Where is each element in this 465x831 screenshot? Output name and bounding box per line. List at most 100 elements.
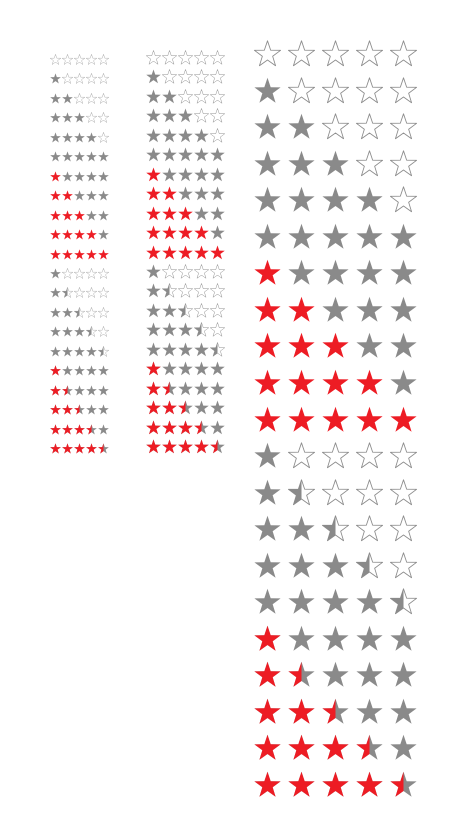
star-icon <box>146 147 161 162</box>
star-icon <box>177 69 194 84</box>
star-icon <box>178 400 193 415</box>
star-icon <box>356 735 383 761</box>
star-icon <box>74 384 85 396</box>
star-icon <box>389 76 418 103</box>
star-icon <box>62 132 73 143</box>
star-icon <box>390 406 417 432</box>
star-icon <box>355 442 384 469</box>
star-icon <box>86 151 97 162</box>
star-icon <box>194 206 209 220</box>
star-icon <box>390 223 417 249</box>
star-icon <box>178 361 193 376</box>
star-icon <box>355 515 384 542</box>
star-icon <box>162 322 177 337</box>
star-icon <box>254 735 281 761</box>
star-icon <box>321 76 350 103</box>
star-icon <box>85 73 98 85</box>
star-icon <box>162 419 177 434</box>
star-icon <box>73 93 86 104</box>
star-icon <box>178 108 193 123</box>
star-icon <box>178 342 193 357</box>
star-icon <box>254 515 281 541</box>
star-icon <box>98 190 109 201</box>
star-icon <box>287 478 316 505</box>
star-icon <box>62 248 73 259</box>
star-icon <box>254 406 281 432</box>
star-icon <box>321 113 350 140</box>
star-icon <box>98 151 109 162</box>
star-icon <box>390 771 417 797</box>
star-icon <box>178 225 193 240</box>
star-icon <box>178 186 193 201</box>
star-icon <box>254 223 281 249</box>
star-icon <box>322 589 349 614</box>
star-icon <box>390 296 417 322</box>
star-icon <box>61 54 74 65</box>
star-icon <box>193 322 210 337</box>
star-icon <box>162 439 177 454</box>
star-icon <box>62 151 73 162</box>
star-icon <box>146 342 161 357</box>
star-icon <box>178 206 193 220</box>
star-icon <box>356 406 383 432</box>
star-icon <box>74 132 85 143</box>
star-icon <box>193 108 210 123</box>
star-icon <box>321 478 350 505</box>
star-icon <box>98 248 109 259</box>
star-icon <box>62 112 73 123</box>
star-icon <box>321 40 350 67</box>
star-icon <box>161 50 178 65</box>
star-icon <box>85 306 98 318</box>
star-icon <box>162 206 177 220</box>
star-icon <box>254 771 281 797</box>
star-icon <box>74 248 85 259</box>
star-icon <box>73 54 86 65</box>
star-icon <box>209 341 226 357</box>
star-icon <box>254 150 281 176</box>
star-icon <box>389 186 418 213</box>
star-icon <box>356 625 383 651</box>
star-icon <box>177 283 194 298</box>
star-icon <box>97 287 110 299</box>
star-icon <box>322 406 349 432</box>
star-icon <box>98 384 109 396</box>
star-icon <box>254 260 281 286</box>
star-icon <box>194 361 209 376</box>
star-icon <box>390 260 417 286</box>
star-icon <box>356 369 383 395</box>
star-icon <box>389 552 418 578</box>
star-icon <box>178 167 193 181</box>
star-icon <box>86 190 97 201</box>
star-icon <box>390 698 417 724</box>
star-icon <box>86 365 97 376</box>
star-icon <box>62 326 73 337</box>
star-icon <box>146 361 161 376</box>
star-icon <box>146 439 161 454</box>
star-icon <box>210 206 225 220</box>
star-icon <box>162 342 177 357</box>
star-icon <box>355 552 384 578</box>
star-icon <box>194 342 209 357</box>
star-icon <box>161 69 178 84</box>
star-icon <box>74 365 85 376</box>
star-icon <box>178 381 193 395</box>
star-icon <box>97 73 110 85</box>
star-icon <box>254 625 281 651</box>
star-icon <box>178 419 193 434</box>
star-icon <box>146 381 161 395</box>
star-icon <box>390 333 417 359</box>
star-icon <box>146 186 161 201</box>
star-icon <box>162 186 177 201</box>
star-icon <box>50 423 61 435</box>
star-icon <box>322 369 349 395</box>
star-icon <box>209 108 226 123</box>
star-icon <box>86 171 97 182</box>
star-icon <box>162 128 177 143</box>
star-icon <box>193 50 210 65</box>
star-icon <box>288 698 315 724</box>
star-icon <box>62 229 73 240</box>
star-icon <box>86 132 97 143</box>
star-icon <box>98 209 109 221</box>
star-icon <box>321 442 350 469</box>
star-icon <box>146 89 161 104</box>
